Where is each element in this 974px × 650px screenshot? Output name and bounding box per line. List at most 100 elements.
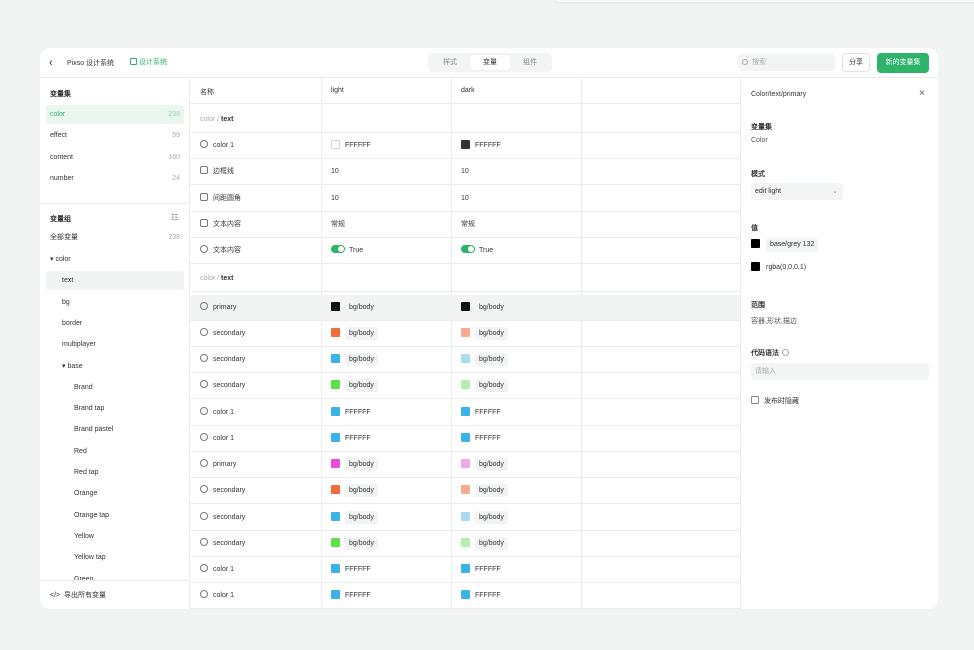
hide-on-publish-checkbox[interactable]: 发布时隐藏 — [751, 396, 799, 406]
tree-item[interactable]: ▾ base — [46, 357, 184, 376]
filter-icon[interactable]: ☷ — [171, 213, 178, 222]
table-row[interactable]: color 1 FFFFFF FFFFFF — [190, 557, 740, 583]
cell-dark[interactable]: 10 — [461, 186, 469, 212]
toggle-icon[interactable] — [331, 245, 345, 253]
close-icon[interactable]: × — [919, 88, 925, 99]
design-system-badge[interactable]: 设计系统 — [130, 57, 167, 67]
tree-item[interactable]: Orange tap — [46, 506, 184, 525]
toggle-icon[interactable] — [461, 245, 475, 253]
search-input[interactable]: 搜索 — [738, 54, 835, 71]
cell-light[interactable]: FFFFFF — [331, 557, 371, 583]
color-swatch — [751, 262, 760, 271]
tree-item[interactable]: multiplayer — [46, 335, 184, 354]
table-row[interactable]: secondary bg/body bg/body — [190, 478, 740, 505]
cell-light[interactable]: FFFFFF — [331, 133, 371, 159]
cell-light[interactable]: FFFFFF — [331, 583, 371, 609]
column-header-name: 名称 — [200, 89, 214, 96]
value-alias[interactable]: base/grey 132 — [751, 238, 819, 252]
cell-value: FFFFFF — [345, 434, 371, 442]
cell-dark[interactable]: 常规 — [461, 212, 475, 238]
cell-light[interactable]: bg/body — [331, 452, 378, 478]
table-row[interactable]: 文本内容 常规 常规 — [190, 212, 740, 238]
cell-dark[interactable]: bg/body — [461, 478, 508, 504]
cell-value: 常规 — [331, 220, 345, 228]
cell-light[interactable]: 10 — [331, 159, 339, 185]
cell-dark[interactable]: True — [461, 238, 493, 264]
cell-dark[interactable]: bg/body — [461, 347, 508, 373]
table-row[interactable]: secondary bg/body bg/body — [190, 505, 740, 531]
collection-item[interactable]: color 238 — [46, 105, 184, 124]
table-row[interactable]: secondary bg/body bg/body — [190, 321, 740, 347]
cell-dark[interactable]: FFFFFF — [461, 426, 501, 452]
tree-item[interactable]: Red tap — [46, 463, 184, 482]
collection-item[interactable]: effect 59 — [46, 126, 184, 145]
table-row[interactable]: color 1 FFFFFF FFFFFF — [190, 426, 740, 452]
collection-item[interactable]: number 24 — [46, 169, 184, 188]
cell-dark[interactable]: FFFFFF — [461, 133, 501, 159]
back-arrow-icon[interactable]: ‹ — [49, 56, 61, 70]
share-button[interactable]: 分享 — [842, 53, 870, 72]
table-row[interactable]: secondary bg/body bg/body — [190, 347, 740, 373]
tree-item[interactable]: ▾ color — [46, 250, 184, 269]
tree-item[interactable]: bg — [46, 293, 184, 312]
mode-select[interactable]: edit light ⌄ — [751, 183, 843, 200]
cell-dark[interactable]: bg/body — [461, 373, 508, 399]
cell-value: 10 — [331, 194, 339, 202]
cell-light[interactable]: 常规 — [331, 212, 345, 238]
table-row[interactable]: 文本内容 True True — [190, 238, 740, 264]
table-row[interactable]: primary bg/body bg/body — [190, 452, 740, 478]
tree-item[interactable]: Yellow tap — [46, 548, 184, 567]
tree-item[interactable]: Orange — [46, 484, 184, 503]
tree-item[interactable]: Red — [46, 442, 184, 461]
cell-light[interactable]: FFFFFF — [331, 400, 371, 426]
new-collection-button[interactable]: 新的变量集 — [877, 53, 929, 73]
cell-dark[interactable]: bg/body — [461, 531, 508, 557]
tree-item[interactable]: Green — [46, 570, 184, 589]
code-syntax-input[interactable]: 请输入 — [751, 363, 929, 380]
collection-item[interactable]: content 160 — [46, 148, 184, 167]
tree-item[interactable]: border — [46, 314, 184, 333]
cell-light[interactable]: True — [331, 238, 363, 264]
cell-dark[interactable]: 10 — [461, 159, 469, 185]
table-row[interactable]: secondary bg/body bg/body — [190, 373, 740, 400]
tab-variables[interactable]: 变量 — [470, 55, 510, 70]
color-swatch — [331, 459, 340, 468]
cell-dark[interactable]: FFFFFF — [461, 400, 501, 426]
tree-item[interactable]: Brand — [46, 378, 184, 397]
table-row[interactable]: primary bg/body bg/body — [190, 294, 740, 321]
cell-light[interactable]: 10 — [331, 186, 339, 212]
table-row[interactable]: 间距圆角 10 10 — [190, 186, 740, 212]
value-alias-text: base/grey 132 — [766, 238, 819, 252]
cell-light[interactable]: bg/body — [331, 347, 378, 373]
cell-light[interactable]: bg/body — [331, 478, 378, 504]
table-row[interactable]: color 1 FFFFFF FFFFFF — [190, 583, 740, 609]
cell-light[interactable]: bg/body — [331, 531, 378, 557]
cell-dark[interactable]: bg/body — [461, 321, 508, 347]
cell-light[interactable]: FFFFFF — [331, 426, 371, 452]
tab-components[interactable]: 组件 — [510, 55, 550, 70]
cell-dark[interactable]: bg/body — [461, 505, 508, 531]
tree-item[interactable]: Yellow — [46, 527, 184, 546]
cell-light[interactable]: bg/body — [331, 321, 378, 347]
tree-item-all[interactable]: 全部变量 238 — [46, 228, 184, 247]
table-row[interactable]: 边框线 10 10 — [190, 159, 740, 186]
cell-dark[interactable]: bg/body — [461, 452, 508, 478]
tree-item[interactable]: Brand pastel — [46, 420, 184, 439]
cell-light[interactable]: bg/body — [331, 373, 378, 399]
cell-dark[interactable]: FFFFFF — [461, 557, 501, 583]
tree-item[interactable]: Brand tap — [46, 399, 184, 418]
cell-light[interactable]: bg/body — [331, 295, 378, 321]
cell-light[interactable]: bg/body — [331, 505, 378, 531]
collection-label: content — [50, 153, 73, 161]
table-row[interactable]: secondary bg/body bg/body — [190, 531, 740, 557]
table-row[interactable]: color 1 FFFFFF FFFFFF — [190, 400, 740, 426]
value-raw[interactable]: rgba(0,0,0,1) — [751, 262, 806, 271]
help-icon[interactable] — [782, 349, 789, 356]
tab-styles[interactable]: 样式 — [430, 55, 470, 70]
cell-dark[interactable]: FFFFFF — [461, 583, 501, 609]
export-button[interactable]: </> 导出所有变量 — [50, 590, 106, 600]
table-row[interactable]: color 1 FFFFFF FFFFFF — [190, 133, 740, 159]
tree-item[interactable]: text — [46, 271, 184, 291]
cell-dark[interactable]: bg/body — [461, 295, 508, 321]
color-swatch — [461, 537, 470, 547]
